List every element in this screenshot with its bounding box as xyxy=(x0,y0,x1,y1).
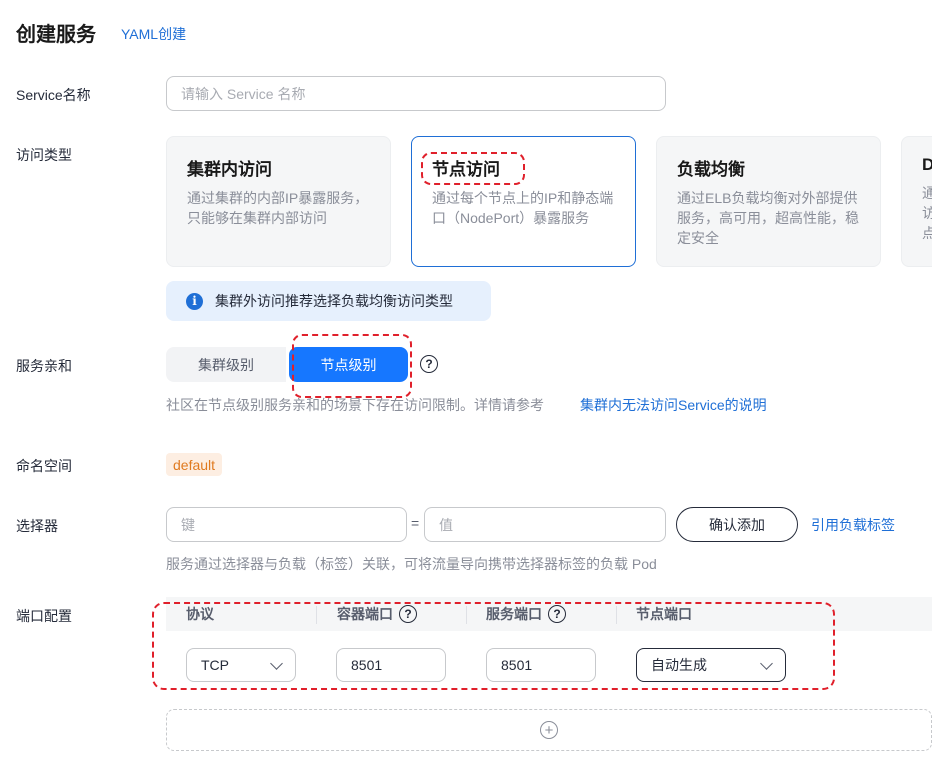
affinity-hint-link[interactable]: 集群内无法访问Service的说明 xyxy=(580,395,767,415)
add-port-row-button[interactable]: + xyxy=(166,709,932,751)
page-title: 创建服务 xyxy=(16,24,96,46)
card-title: D xyxy=(922,155,932,175)
access-card-cluster-ip[interactable]: 集群内访问 通过集群的内部IP暴露服务，只能够在集群内部访问 xyxy=(166,136,391,267)
yaml-create-link[interactable]: YAML创建 xyxy=(121,24,186,44)
chevron-down-icon xyxy=(270,656,283,670)
service-name-input[interactable]: 请输入 Service 名称 xyxy=(166,76,666,111)
selector-hint: 服务通过选择器与负载（标签）关联，可将流量导向携带选择器标签的负载 Pod xyxy=(166,556,657,572)
header-protocol-label: 协议 xyxy=(186,606,214,622)
node-port-value: 自动生成 xyxy=(651,657,707,673)
affinity-label: 服务亲和 xyxy=(16,358,72,374)
container-port-input[interactable]: 8501 xyxy=(336,648,446,682)
access-card-partial[interactable]: D 通访点 xyxy=(901,136,932,267)
affinity-hint: 社区在节点级别服务亲和的场景下存在访问限制。详情请参考 xyxy=(166,397,544,413)
header-container-port-label: 容器端口 xyxy=(337,606,393,622)
confirm-add-button[interactable]: 确认添加 xyxy=(676,507,798,542)
card-title: 集群内访问 xyxy=(187,160,272,179)
protocol-select[interactable]: TCP xyxy=(186,648,296,682)
chevron-down-icon xyxy=(760,656,773,670)
header-service-port: 服务端口 ? xyxy=(486,604,566,624)
help-icon[interactable]: ? xyxy=(548,605,566,623)
namespace-tag: default xyxy=(166,453,223,476)
help-icon[interactable]: ? xyxy=(420,355,438,373)
access-type-label: 访问类型 xyxy=(16,147,72,163)
header-service-port-label: 服务端口 xyxy=(486,606,542,622)
affinity-option-node[interactable]: 节点级别 xyxy=(289,347,408,382)
card-description: 通访点 xyxy=(922,183,932,243)
selector-value-input[interactable]: 值 xyxy=(424,507,666,542)
plus-circle-icon: + xyxy=(540,721,558,739)
header-divider xyxy=(316,606,317,624)
port-config-label: 端口配置 xyxy=(16,608,72,624)
node-port-select[interactable]: 自动生成 xyxy=(636,648,786,682)
header-node-port-label: 节点端口 xyxy=(636,606,692,622)
card-description: 通过ELB负载均衡对外部提供服务，高可用，超高性能，稳定安全 xyxy=(677,190,859,246)
namespace-label: 命名空间 xyxy=(16,458,72,474)
info-icon: i xyxy=(186,292,203,310)
info-banner: i 集群外访问推荐选择负载均衡访问类型 xyxy=(166,281,491,321)
header-node-port: 节点端口 xyxy=(636,604,692,624)
service-name-label: Service名称 xyxy=(16,87,91,103)
card-title: 负载均衡 xyxy=(677,160,745,179)
reference-workload-labels-link[interactable]: 引用负载标签 xyxy=(811,515,895,535)
info-banner-text: 集群外访问推荐选择负载均衡访问类型 xyxy=(215,293,453,309)
card-title: 节点访问 xyxy=(432,160,500,179)
help-icon[interactable]: ? xyxy=(399,605,417,623)
header-protocol: 协议 xyxy=(186,604,214,624)
card-description: 通过集群的内部IP暴露服务，只能够在集群内部访问 xyxy=(187,190,369,226)
protocol-value: TCP xyxy=(201,657,229,673)
header-container-port: 容器端口 ? xyxy=(337,604,417,624)
service-port-input[interactable]: 8501 xyxy=(486,648,596,682)
access-card-nodeport[interactable]: 节点访问 通过每个节点上的IP和静态端口（NodePort）暴露服务 xyxy=(411,136,636,267)
access-card-loadbalancer[interactable]: 负载均衡 通过ELB负载均衡对外部提供服务，高可用，超高性能，稳定安全 xyxy=(656,136,881,267)
selector-key-input[interactable]: 键 xyxy=(166,507,407,542)
equals-sign: = xyxy=(411,515,420,531)
header-divider xyxy=(466,606,467,624)
selector-label: 选择器 xyxy=(16,518,58,534)
header-divider xyxy=(616,606,617,624)
affinity-option-cluster[interactable]: 集群级别 xyxy=(166,347,286,382)
card-description: 通过每个节点上的IP和静态端口（NodePort）暴露服务 xyxy=(432,190,614,226)
